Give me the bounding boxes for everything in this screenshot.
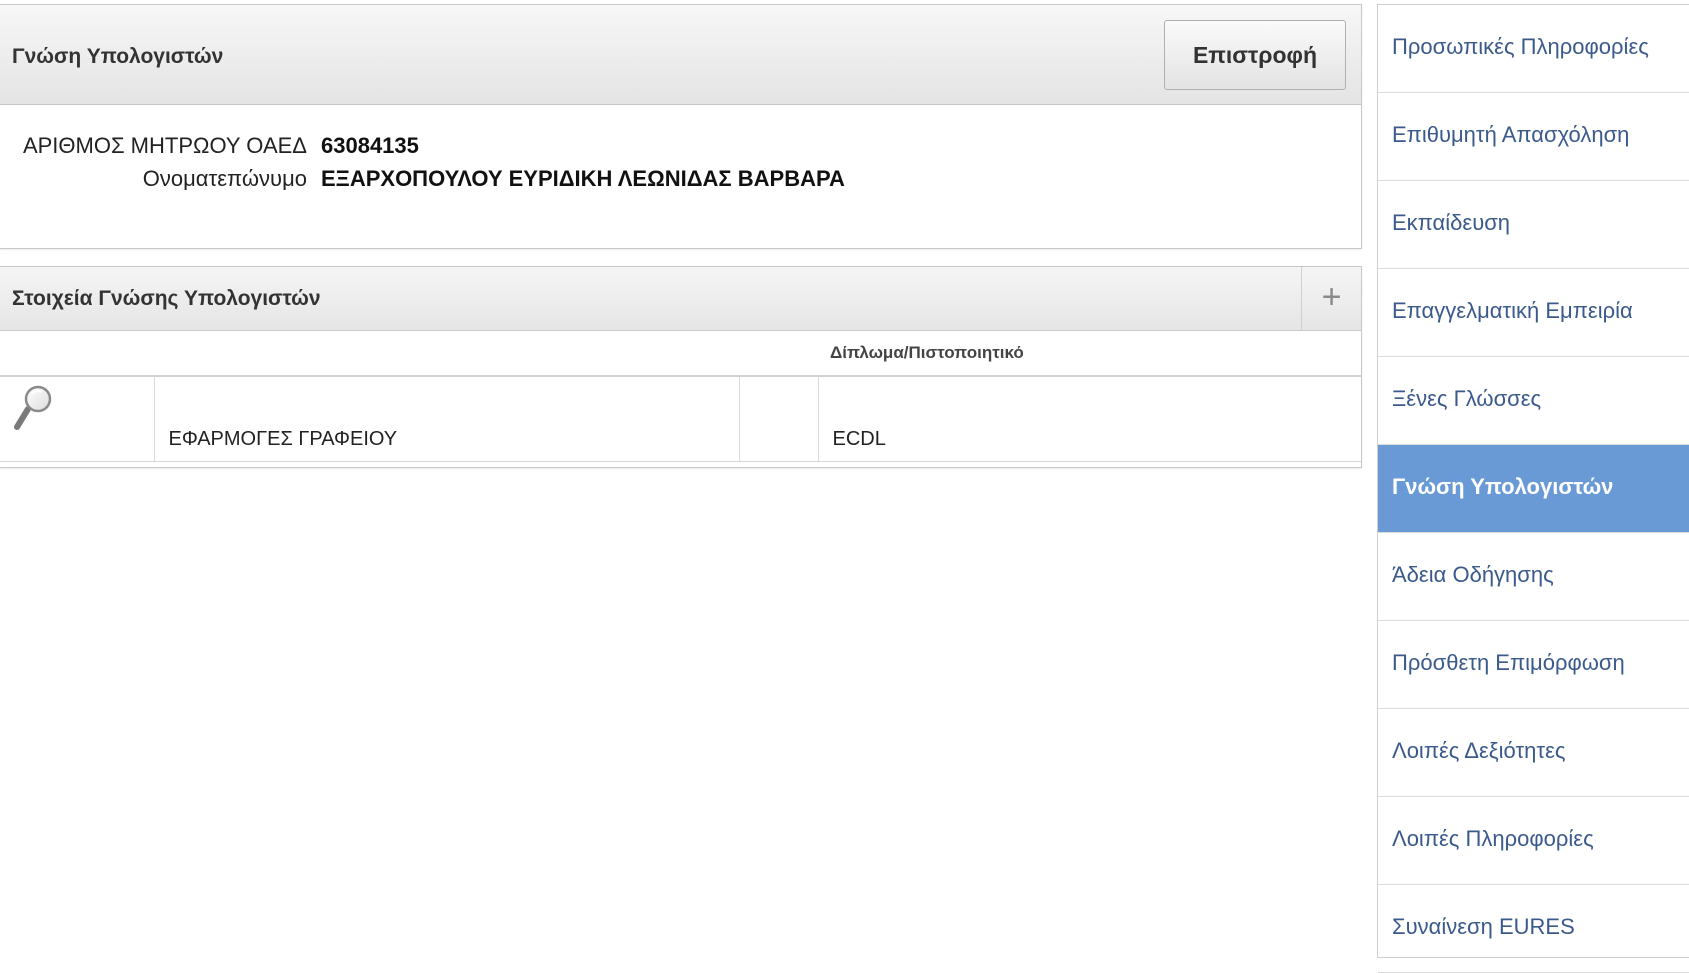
name-row: Ονοματεπώνυμο ΕΞΑΡΧΟΠΟΥΛΟΥ ΕΥΡΙΔΙΚΗ ΛΕΩΝ… <box>0 164 1000 194</box>
sidebar-item-desired-employment[interactable]: Επιθυμητή Απασχόληση <box>1378 93 1689 181</box>
name-value: ΕΞΑΡΧΟΠΟΥΛΟΥ ΕΥΡΙΔΙΚΗ ΛΕΩΝΙΔΑΣ ΒΑΡΒΑΡΑ <box>321 166 845 191</box>
edit-cell <box>0 376 155 462</box>
profile-panel: Γνώση Υπολογιστών Επιστροφή ΑΡΙΘΜΟΣ ΜΗΤΡ… <box>0 4 1362 249</box>
sidebar-item-personal-info[interactable]: Προσωπικές Πληροφορίες <box>1378 5 1689 93</box>
page-title: Γνώση Υπολογιστών <box>12 45 224 68</box>
back-button[interactable]: Επιστροφή <box>1164 20 1346 90</box>
field-cell: ΕΦΑΡΜΟΓΕΣ ΓΡΑΦΕΙΟΥ <box>154 376 740 462</box>
add-button[interactable]: + <box>1301 267 1361 330</box>
table-header-row: Δίπλωμα/Πιστοποιητικό <box>0 331 1361 377</box>
sidebar-item-other-skills[interactable]: Λοιπές Δεξιότητες <box>1378 709 1689 797</box>
table-row: ΕΦΑΡΜΟΓΕΣ ΓΡΑΦΕΙΟΥ ECDL <box>0 376 1361 462</box>
sidebar-item-additional-training[interactable]: Πρόσθετη Επιμόρφωση <box>1378 621 1689 709</box>
sidebar: Προσωπικές Πληροφορίες Επιθυμητή Απασχόλ… <box>1377 4 1689 973</box>
sidebar-item-work-experience[interactable]: Επαγγελματική Εμπειρία <box>1378 269 1689 357</box>
registry-value: 63084135 <box>321 133 419 158</box>
sidebar-item-education[interactable]: Εκπαίδευση <box>1378 181 1689 269</box>
column-header-certificate: Δίπλωμα/Πιστοποιητικό <box>818 331 1361 377</box>
region-header: Στοιχεία Γνώσης Υπολογιστών + <box>0 267 1361 331</box>
column-header <box>739 331 818 377</box>
sidebar-item-eures-consent[interactable]: Συναίνεση EURES <box>1378 885 1689 973</box>
name-label: Ονοματεπώνυμο <box>142 166 307 191</box>
registry-label: ΑΡΙΘΜΟΣ ΜΗΤΡΩΟΥ ΟΑΕΔ <box>22 133 307 158</box>
page-header: Γνώση Υπολογιστών Επιστροφή <box>0 5 1361 105</box>
main-content: Γνώση Υπολογιστών Επιστροφή ΑΡΙΘΜΟΣ ΜΗΤΡ… <box>0 4 1362 468</box>
search-icon[interactable] <box>12 385 56 437</box>
registry-row: ΑΡΙΘΜΟΣ ΜΗΤΡΩΟΥ ΟΑΕΔ 63084135 <box>0 131 1000 161</box>
computer-skills-region: Στοιχεία Γνώσης Υπολογιστών + Δίπλωμα/Πι… <box>0 266 1362 468</box>
certificate-cell: ECDL <box>818 376 1361 462</box>
sidebar-item-foreign-languages[interactable]: Ξένες Γλώσσες <box>1378 357 1689 445</box>
level-cell <box>739 376 819 462</box>
sidebar-item-computer-skills[interactable]: Γνώση Υπολογιστών <box>1378 445 1689 533</box>
column-header <box>154 331 739 377</box>
sidebar-item-driving-license[interactable]: Άδεια Οδήγησης <box>1378 533 1689 621</box>
identity-block: ΑΡΙΘΜΟΣ ΜΗΤΡΩΟΥ ΟΑΕΔ 63084135 Ονοματεπών… <box>0 105 1361 245</box>
region-title: Στοιχεία Γνώσης Υπολογιστών <box>12 287 321 310</box>
sidebar-item-other-info[interactable]: Λοιπές Πληροφορίες <box>1378 797 1689 885</box>
column-header <box>0 331 154 377</box>
skills-table: Δίπλωμα/Πιστοποιητικό ΕΦΑΡΜΟΓΕΣ ΓΡΑΦΕΙΟΥ… <box>0 331 1361 462</box>
